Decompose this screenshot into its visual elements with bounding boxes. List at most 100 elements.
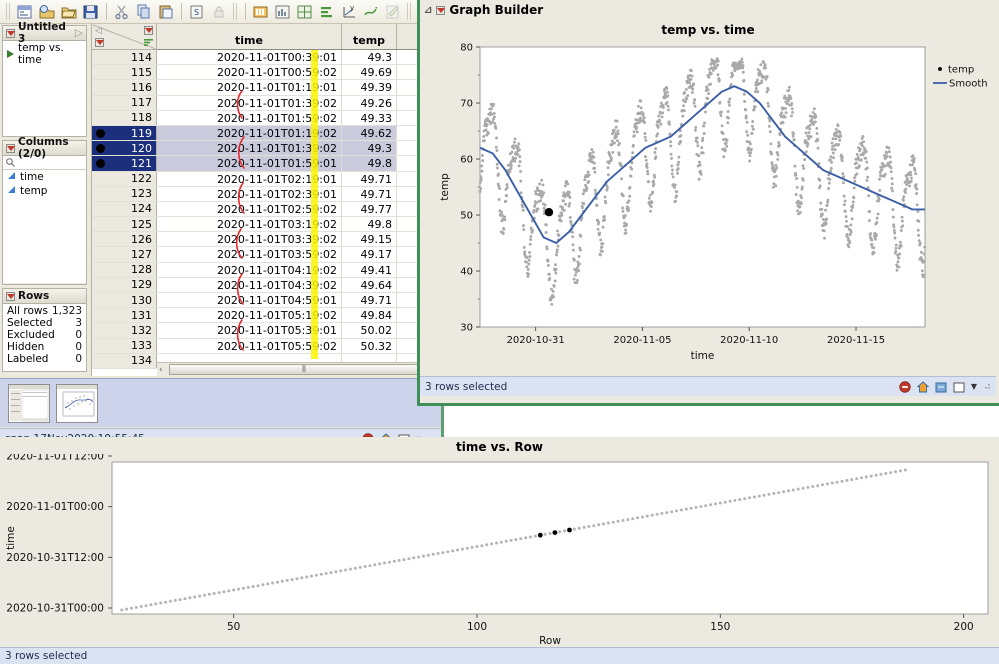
toolbar-grip[interactable]	[407, 3, 412, 20]
table-row[interactable]: 133 2020-11-01T05:59:02 50.32	[92, 338, 439, 354]
rows-panel-header[interactable]: Rows	[3, 289, 86, 304]
toolbar-grip[interactable]	[233, 3, 238, 20]
open-folder-icon[interactable]	[59, 2, 79, 22]
row-number-cell[interactable]: 127	[92, 247, 157, 262]
cell-time[interactable]: 2020-11-01T01:39:02	[157, 141, 342, 156]
row-stat-all-rows[interactable]: All rows 1,323	[3, 305, 86, 317]
row-number-cell[interactable]: 121	[92, 156, 157, 171]
red-triangle-menu-icon[interactable]	[6, 28, 15, 38]
collapse-left-icon[interactable]: ◁	[95, 26, 102, 36]
table-row[interactable]: 132 2020-11-01T05:39:01 50.02	[92, 323, 439, 339]
cell-temp[interactable]: 49.39	[342, 80, 397, 95]
column-item-temp[interactable]: temp	[3, 184, 86, 198]
cell-time[interactable]: 2020-11-01T04:59:01	[157, 293, 342, 308]
table-row[interactable]: 120 2020-11-01T01:39:02 49.3	[92, 141, 439, 157]
cell-time[interactable]: 2020-11-01T00:59:02	[157, 65, 342, 80]
cell-temp[interactable]: 49.77	[342, 201, 397, 217]
table-row[interactable]: 129 2020-11-01T04:39:02 49.64	[92, 277, 439, 293]
sort-lines-icon[interactable]	[144, 36, 153, 49]
cell-time[interactable]: 2020-11-01T03:39:02	[157, 232, 342, 247]
cell-time[interactable]: 2020-11-01T03:59:02	[157, 247, 342, 262]
table-row[interactable]: 119 2020-11-01T01:19:02 49.62	[92, 125, 439, 142]
row-number-cell[interactable]: 118	[92, 110, 157, 125]
row-number-cell[interactable]: 114	[92, 50, 157, 65]
copy-icon[interactable]	[134, 2, 154, 22]
fit-y-by-x-icon[interactable]	[273, 2, 293, 22]
data-grid[interactable]: ◁ time temp 114 2020-11-01T00:39:01 49.3 11…	[91, 24, 439, 376]
cell-temp[interactable]: 49.3	[342, 141, 397, 156]
cell-temp[interactable]: 49.15	[342, 232, 397, 247]
row-stat-labeled[interactable]: Labeled 0	[3, 353, 86, 365]
home-icon[interactable]	[917, 380, 930, 393]
script-item-temp-vs-time[interactable]: temp vs. time	[3, 41, 86, 67]
cell-time[interactable]: 2020-11-01T02:39:01	[157, 186, 342, 201]
table-row[interactable]: 118 2020-11-01T01:59:02 49.33	[92, 110, 439, 126]
row-number-cell[interactable]: 123	[92, 186, 157, 201]
cell-temp[interactable]: 49.26	[342, 95, 397, 110]
selected-data-point[interactable]	[544, 208, 554, 217]
scrollbar-thumb[interactable]: ⦀	[169, 364, 439, 375]
selected-data-point[interactable]	[567, 527, 572, 533]
table-row[interactable]: 130 2020-11-01T04:59:01 49.71	[92, 293, 439, 309]
refresh-icon[interactable]	[935, 380, 948, 393]
row-number-cell[interactable]: 133	[92, 338, 157, 353]
bar-chart-icon[interactable]	[317, 2, 337, 22]
row-number-cell[interactable]: 130	[92, 293, 157, 308]
row-number-cell[interactable]: 120	[92, 141, 157, 156]
cell-temp[interactable]: 49.64	[342, 277, 397, 292]
table-row[interactable]: 124 2020-11-01T02:59:02 49.77	[92, 201, 439, 218]
row-number-cell[interactable]: 115	[92, 65, 157, 80]
expand-arrow-icon[interactable]: ▷	[75, 27, 86, 39]
fit-model-icon[interactable]: y	[339, 2, 359, 22]
open-recent-icon[interactable]	[37, 2, 57, 22]
cell-time[interactable]: 2020-11-01T02:59:02	[157, 201, 342, 217]
thumbnail-graph-builder[interactable]	[56, 383, 98, 423]
cell-time[interactable]: 2020-11-01T01:19:01	[157, 80, 342, 95]
row-number-cell[interactable]: 134	[92, 353, 157, 368]
cell-time[interactable]: 2020-11-01T03:19:02	[157, 217, 342, 232]
window-box-icon[interactable]	[953, 380, 966, 393]
row-stat-selected[interactable]: Selected 3	[3, 317, 86, 329]
cell-temp[interactable]: 49.62	[342, 125, 397, 141]
table-row[interactable]: 122 2020-11-01T02:19:01 49.71	[92, 171, 439, 187]
row-number-cell[interactable]: 124	[92, 201, 157, 217]
cut-icon[interactable]	[112, 2, 132, 22]
cell-temp[interactable]: 49.71	[342, 171, 397, 186]
red-triangle-menu-icon[interactable]	[6, 143, 15, 153]
table-row[interactable]: 115 2020-11-01T00:59:02 49.69	[92, 65, 439, 81]
table-row[interactable]: 127 2020-11-01T03:59:02 49.17	[92, 247, 439, 263]
new-data-table-icon[interactable]	[15, 2, 35, 22]
cell-temp[interactable]: 49.8	[342, 156, 397, 171]
table-row[interactable]: 128 2020-11-01T04:19:02 49.41	[92, 262, 439, 278]
table-row[interactable]: 117 2020-11-01T01:39:02 49.26	[92, 95, 439, 111]
selected-data-point[interactable]	[552, 530, 558, 535]
paste-icon[interactable]	[156, 2, 176, 22]
cell-temp[interactable]: 49.33	[342, 110, 397, 125]
row-number-cell[interactable]: 132	[92, 323, 157, 338]
table-row[interactable]: 116 2020-11-01T01:19:01 49.39	[92, 80, 439, 96]
column-header-time[interactable]: time	[157, 24, 342, 49]
cell-temp[interactable]: 49.84	[342, 308, 397, 323]
disclosure-triangle-icon[interactable]: ⊿	[424, 5, 432, 16]
columns-panel-header[interactable]: Columns (2/0)	[3, 136, 86, 160]
cell-time[interactable]: 2020-11-01T00:39:01	[157, 50, 342, 65]
cell-time[interactable]: 2020-11-01T01:19:02	[157, 125, 342, 141]
row-number-cell[interactable]: 117	[92, 95, 157, 110]
column-item-time[interactable]: time	[3, 170, 86, 184]
table-row[interactable]: 114 2020-11-01T00:39:01 49.3	[92, 50, 439, 66]
row-stat-hidden[interactable]: Hidden 0	[3, 341, 86, 353]
table-row[interactable]: 123 2020-11-01T02:39:01 49.71	[92, 186, 439, 202]
run-script-icon[interactable]	[7, 50, 14, 58]
graph-builder-icon[interactable]	[361, 2, 381, 22]
save-icon[interactable]	[81, 2, 101, 22]
cell-time[interactable]: 2020-11-01T02:19:01	[157, 171, 342, 186]
cell-temp[interactable]: 49.3	[342, 50, 397, 65]
cell-time[interactable]: 2020-11-01T04:19:02	[157, 262, 342, 277]
row-number-cell[interactable]: 116	[92, 80, 157, 95]
row-number-cell[interactable]: 131	[92, 308, 157, 323]
horizontal-scrollbar[interactable]: ‹ ⦀	[157, 362, 439, 376]
row-number-cell[interactable]: 129	[92, 277, 157, 292]
grid-rows[interactable]: 114 2020-11-01T00:39:01 49.3 115 2020-11-01T…	[92, 50, 439, 376]
red-triangle-menu-icon[interactable]	[436, 5, 446, 15]
cell-time[interactable]: 2020-11-01T04:39:02	[157, 277, 342, 292]
